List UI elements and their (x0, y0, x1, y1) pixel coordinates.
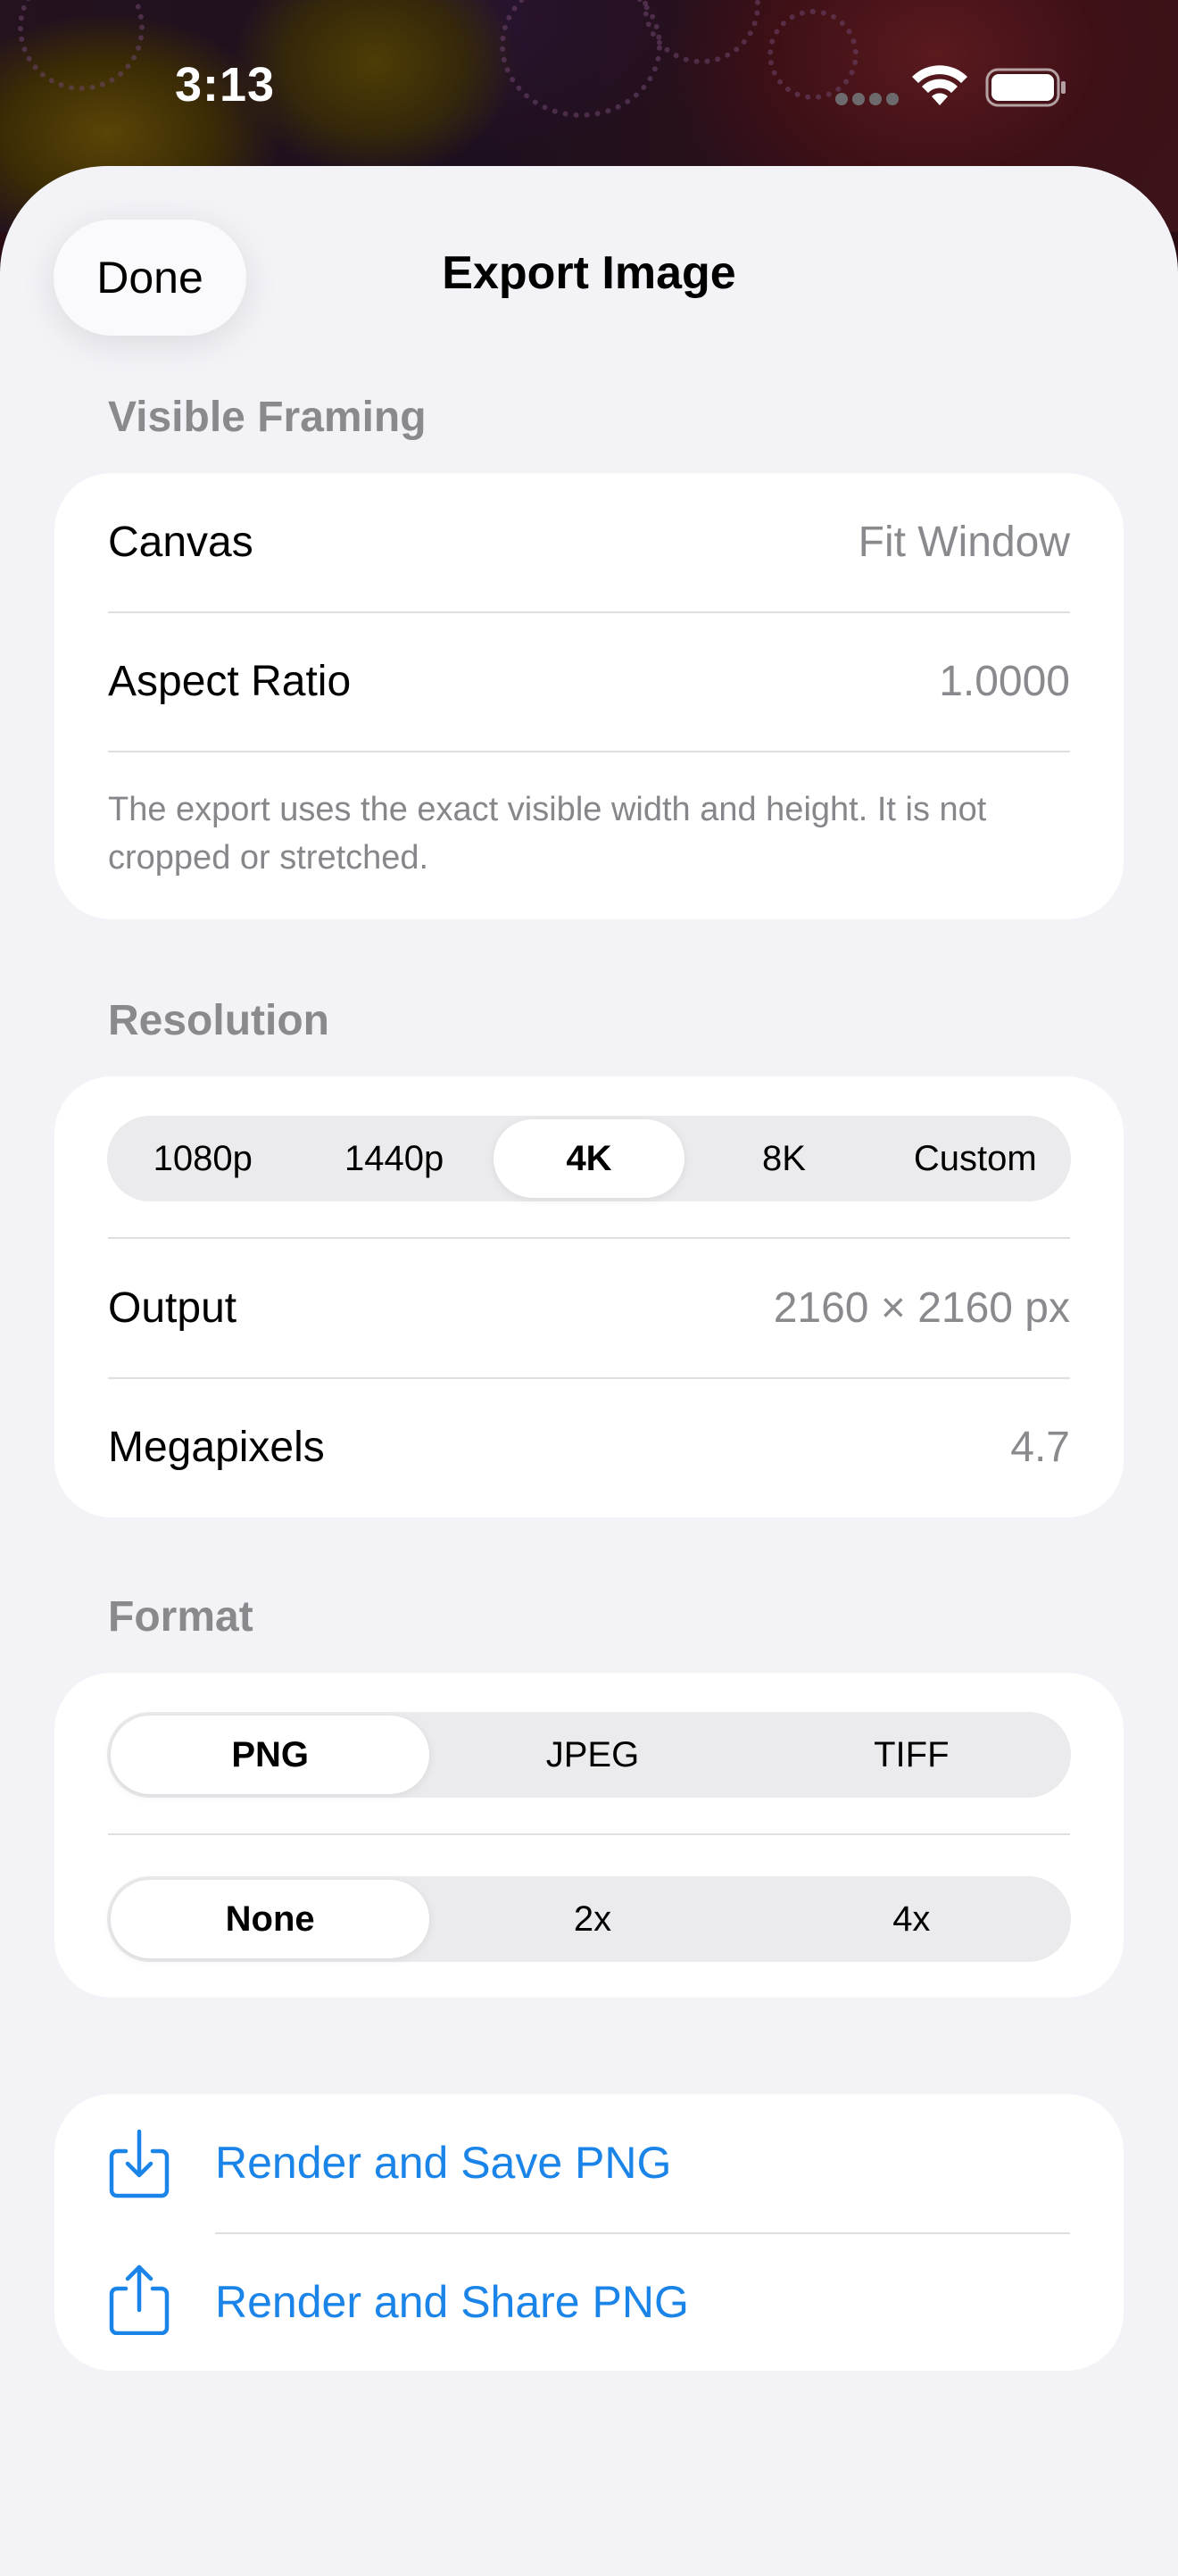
aspect-ratio-label: Aspect Ratio (108, 658, 352, 705)
export-image-sheet: Done Export Image Visible Framing Canvas… (0, 166, 1178, 2576)
section-header-resolution: Resolution (108, 997, 329, 1044)
segment-png[interactable]: PNG (111, 1716, 430, 1794)
share-icon (109, 2264, 170, 2335)
render-and-save-label: Render and Save PNG (215, 2138, 672, 2188)
divider (108, 1833, 1070, 1835)
resolution-card: 1080p 1440p 4K 8K Custom Output 2160 × 2… (54, 1076, 1124, 1517)
aspect-ratio-row: Aspect Ratio 1.0000 (108, 612, 1070, 751)
resolution-segmented-control: 1080p 1440p 4K 8K Custom (107, 1116, 1071, 1201)
download-tray-icon (109, 2129, 170, 2198)
cellular-signal-icon (835, 93, 899, 105)
output-row: Output 2160 × 2160 px (108, 1239, 1070, 1377)
segment-1440p[interactable]: 1440p (298, 1116, 489, 1201)
canvas-row[interactable]: Canvas Fit Window (108, 473, 1070, 611)
megapixels-label: Megapixels (108, 1424, 325, 1471)
output-label: Output (108, 1284, 237, 1332)
format-segmented-control: PNG JPEG TIFF (107, 1712, 1071, 1798)
section-header-visible-framing: Visible Framing (108, 394, 427, 441)
segment-jpeg[interactable]: JPEG (433, 1712, 751, 1798)
canvas-label: Canvas (108, 519, 253, 566)
canvas-value: Fit Window (858, 519, 1070, 566)
section-header-format: Format (108, 1593, 253, 1641)
actions-card: Render and Save PNG Render and Share PNG (54, 2094, 1124, 2371)
status-bar: 3:13 (0, 0, 1178, 170)
segment-tiff[interactable]: TIFF (752, 1712, 1071, 1798)
upscale-segmented-control: None 2x 4x (107, 1876, 1071, 1962)
output-value: 2160 × 2160 px (773, 1284, 1070, 1332)
segment-2x[interactable]: 2x (433, 1876, 751, 1962)
render-and-share-button[interactable]: Render and Share PNG (54, 2233, 1124, 2372)
segment-4k[interactable]: 4K (493, 1119, 685, 1198)
wifi-icon (912, 65, 967, 105)
segment-8k[interactable]: 8K (688, 1116, 879, 1201)
megapixels-value: 4.7 (1010, 1424, 1070, 1471)
segment-none[interactable]: None (111, 1880, 430, 1958)
render-and-share-label: Render and Share PNG (215, 2277, 689, 2327)
framing-footnote: The export uses the exact visible width … (108, 791, 987, 877)
segment-4x[interactable]: 4x (752, 1876, 1071, 1962)
render-and-save-button[interactable]: Render and Save PNG (54, 2094, 1124, 2232)
divider (108, 751, 1070, 752)
aspect-ratio-value: 1.0000 (939, 658, 1070, 705)
battery-icon (985, 68, 1066, 107)
format-card: PNG JPEG TIFF None 2x 4x (54, 1673, 1124, 1998)
megapixels-row: Megapixels 4.7 (108, 1378, 1070, 1517)
segment-custom[interactable]: Custom (880, 1116, 1071, 1201)
page-title: Export Image (442, 247, 736, 299)
status-time: 3:13 (175, 58, 276, 112)
segment-1080p[interactable]: 1080p (107, 1116, 298, 1201)
visible-framing-card: Canvas Fit Window Aspect Ratio 1.0000 Th… (54, 473, 1124, 919)
